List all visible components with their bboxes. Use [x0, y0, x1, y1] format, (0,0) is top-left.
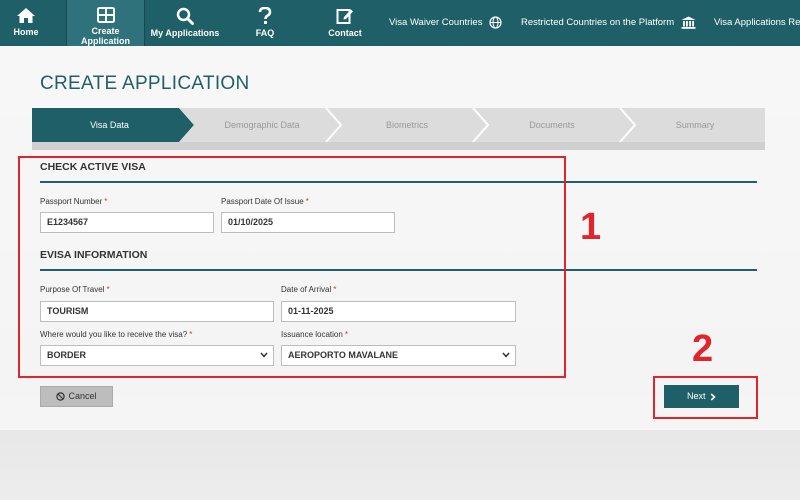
nav-restricted-countries-label: Restricted Countries on the Platform: [521, 17, 675, 28]
bank-icon: [681, 16, 696, 29]
nav-my-applications-label: My Applications: [150, 28, 220, 38]
search-icon: [176, 7, 194, 25]
step-demographic-data[interactable]: Demographic Data: [187, 108, 337, 142]
nav-visa-applications-label: Visa Applications Rec: [714, 17, 800, 28]
question-icon: [258, 7, 272, 24]
annotation-number-one: 1: [580, 206, 602, 248]
annotation-box-form: [18, 156, 566, 378]
progress-stepper: Visa Data Demographic Data Biometrics Do…: [32, 108, 765, 142]
page-title: CREATE APPLICATION: [40, 73, 250, 94]
nav-visa-waiver-label: Visa Waiver Countries: [389, 17, 483, 28]
step-summary[interactable]: Summary: [625, 108, 765, 142]
nav-faq[interactable]: FAQ: [240, 0, 290, 46]
annotation-number-two: 2: [692, 328, 714, 370]
edit-icon: [336, 9, 353, 24]
nav-faq-label: FAQ: [255, 28, 275, 38]
cancel-button[interactable]: Cancel: [40, 386, 113, 407]
nav-create-application-label: Create Application: [81, 26, 130, 46]
nav-home[interactable]: Home: [0, 0, 52, 46]
grid-icon: [96, 7, 115, 23]
step-visa-data[interactable]: Visa Data: [32, 108, 187, 142]
nav-create-application[interactable]: Create Application: [66, 0, 145, 46]
nav-visa-waiver[interactable]: Visa Waiver Countries: [389, 0, 502, 46]
top-navigation: Home Create Application My Applications …: [0, 0, 800, 46]
nav-my-applications[interactable]: My Applications: [148, 0, 222, 46]
step-documents[interactable]: Documents: [477, 108, 627, 142]
nav-contact[interactable]: Contact: [320, 0, 370, 46]
globe-icon: [489, 16, 502, 29]
nav-home-label: Home: [13, 27, 39, 37]
home-icon: [17, 8, 35, 23]
annotation-box-next: [653, 376, 758, 419]
step-biometrics[interactable]: Biometrics: [332, 108, 482, 142]
nav-restricted-countries[interactable]: Restricted Countries on the Platform: [521, 0, 696, 46]
cancel-button-label: Cancel: [68, 391, 97, 401]
nav-visa-applications[interactable]: Visa Applications Rec: [714, 0, 800, 46]
ban-icon: [56, 392, 66, 401]
stepper-underbar: [32, 142, 765, 150]
nav-contact-label: Contact: [328, 28, 362, 38]
